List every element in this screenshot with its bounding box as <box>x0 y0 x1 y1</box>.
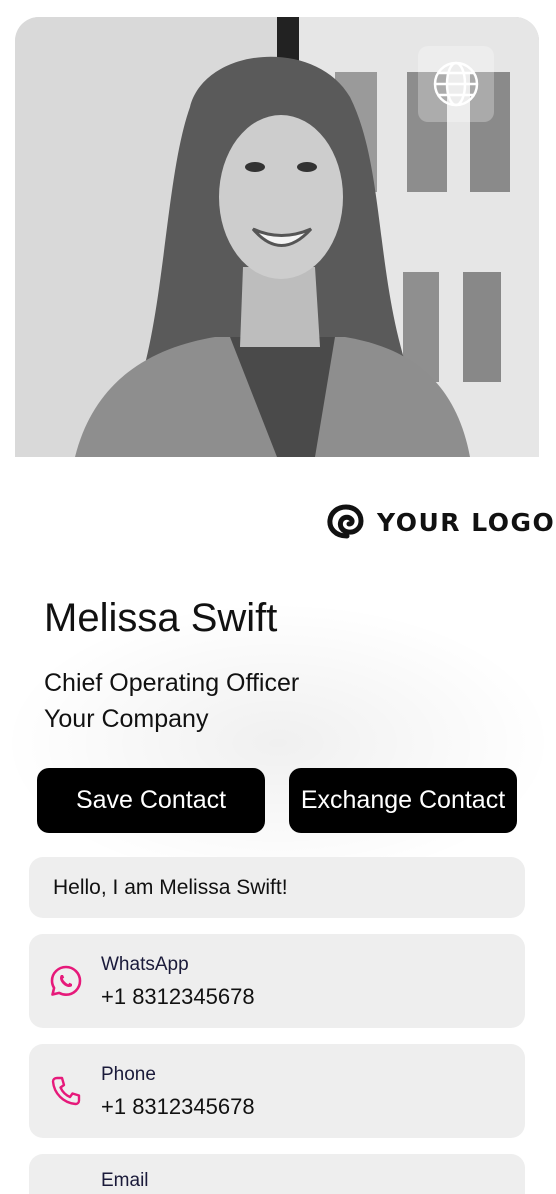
logo-text: YOUR LOGO <box>377 507 556 537</box>
whatsapp-label: WhatsApp <box>101 954 189 975</box>
profile-job-title: Chief Operating Officer <box>44 669 300 697</box>
greeting-message: Hello, I am Melissa Swift! <box>29 857 525 918</box>
contact-item-phone[interactable]: Phone +1 8312345678 <box>29 1044 525 1138</box>
whatsapp-number: +1 8312345678 <box>101 984 255 1009</box>
phone-label: Phone <box>101 1064 156 1085</box>
profile-company: Your Company <box>44 705 209 733</box>
email-label: Email <box>101 1170 149 1191</box>
contact-item-email[interactable]: Email <box>29 1154 525 1194</box>
globe-icon <box>433 61 479 107</box>
phone-number: +1 8312345678 <box>101 1094 255 1119</box>
save-contact-button[interactable]: Save Contact <box>37 768 265 833</box>
language-button[interactable] <box>418 46 494 122</box>
contact-item-whatsapp[interactable]: WhatsApp +1 8312345678 <box>29 934 525 1028</box>
swirl-logo-icon <box>327 504 364 539</box>
whatsapp-icon <box>50 965 82 996</box>
exchange-contact-button[interactable]: Exchange Contact <box>289 768 517 833</box>
company-logo: YOUR LOGO <box>325 502 555 542</box>
phone-icon <box>51 1076 81 1106</box>
profile-name: Melissa Swift <box>44 596 278 640</box>
